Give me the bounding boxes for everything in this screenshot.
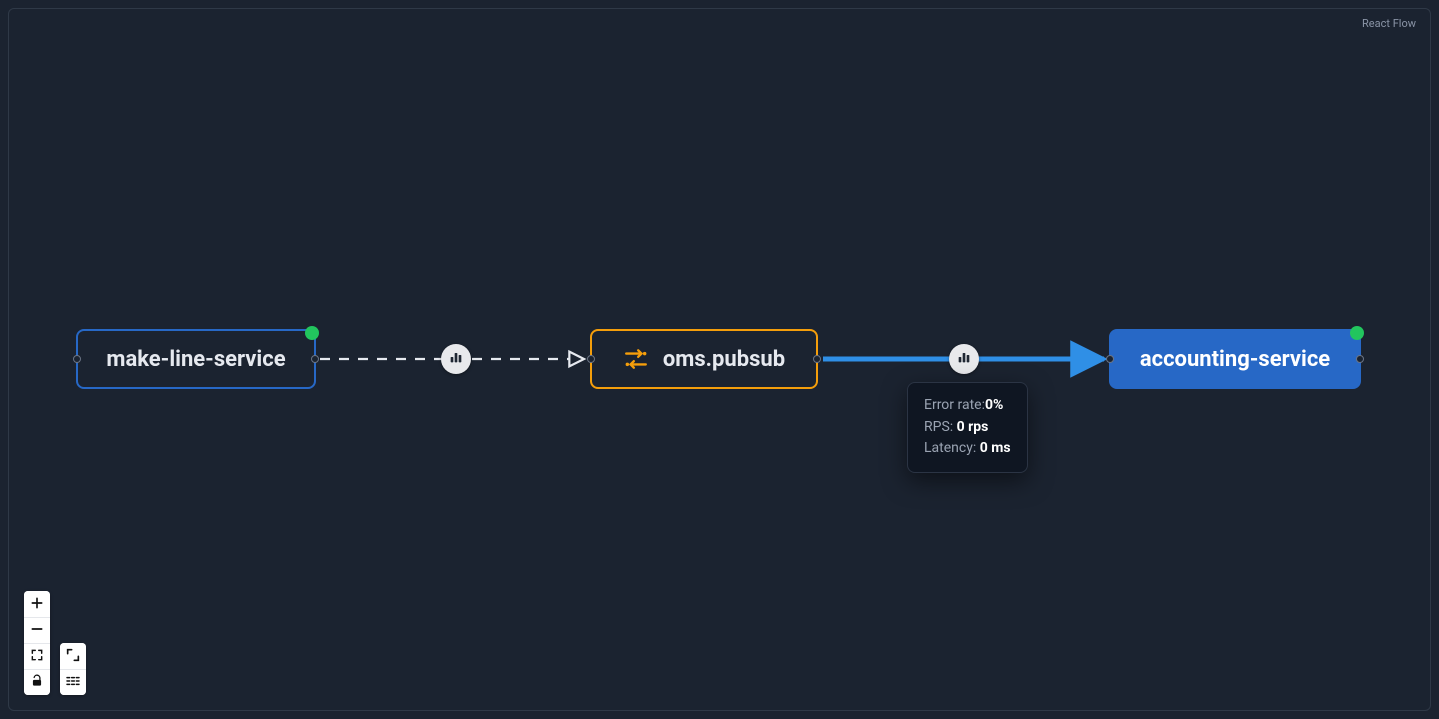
lock-toggle-button[interactable]	[24, 669, 50, 695]
tooltip-label: RPS:	[924, 419, 957, 435]
handle-right[interactable]	[1356, 355, 1364, 363]
tooltip-row-rps: RPS: 0 rps	[924, 417, 1011, 439]
secondary-controls	[60, 643, 86, 695]
tooltip-value: 0 ms	[980, 440, 1011, 456]
tooltip-row-error-rate: Error rate:0%	[924, 395, 1011, 417]
bar-chart-icon	[448, 349, 464, 369]
node-oms-pubsub[interactable]: oms.pubsub	[590, 329, 818, 389]
handle-left[interactable]	[1106, 355, 1114, 363]
fit-view-button[interactable]	[24, 643, 50, 669]
handle-right[interactable]	[813, 355, 821, 363]
edge-metrics-tooltip: Error rate:0% RPS: 0 rps Latency: 0 ms	[907, 382, 1028, 473]
node-accounting-service[interactable]: accounting-service	[1109, 329, 1361, 389]
node-label: make-line-service	[106, 347, 285, 372]
tooltip-label: Error rate:	[924, 397, 985, 413]
tooltip-row-latency: Latency: 0 ms	[924, 438, 1011, 460]
controls-panel	[24, 591, 86, 695]
zoom-controls	[24, 591, 50, 695]
pubsub-icon	[623, 346, 649, 372]
zoom-in-button[interactable]	[24, 591, 50, 617]
handle-left[interactable]	[587, 355, 595, 363]
plus-icon	[29, 595, 45, 614]
tooltip-value: 0%	[985, 397, 1003, 413]
tooltip-value: 0 rps	[957, 419, 989, 435]
handle-left[interactable]	[73, 355, 81, 363]
metrics-badge-edge-2[interactable]	[949, 344, 979, 374]
metrics-badge-edge-1[interactable]	[441, 344, 471, 374]
handle-right[interactable]	[311, 355, 319, 363]
flow-canvas[interactable]: React Flow make-line-service	[8, 8, 1431, 711]
unlock-icon	[30, 674, 44, 691]
minus-icon	[29, 621, 45, 640]
zoom-out-button[interactable]	[24, 617, 50, 643]
fullscreen-button[interactable]	[60, 643, 86, 669]
node-make-line-service[interactable]: make-line-service	[76, 329, 316, 389]
fit-view-icon	[30, 648, 44, 665]
legend-icon	[65, 673, 81, 692]
node-label: oms.pubsub	[663, 347, 785, 372]
expand-icon	[65, 647, 81, 666]
legend-button[interactable]	[60, 669, 86, 695]
bar-chart-icon	[956, 349, 972, 369]
status-dot-healthy	[1350, 326, 1364, 340]
node-label: accounting-service	[1140, 347, 1330, 372]
viewport[interactable]: make-line-service oms.pubsub	[9, 9, 1430, 710]
status-dot-healthy	[305, 326, 319, 340]
tooltip-label: Latency:	[924, 440, 980, 456]
